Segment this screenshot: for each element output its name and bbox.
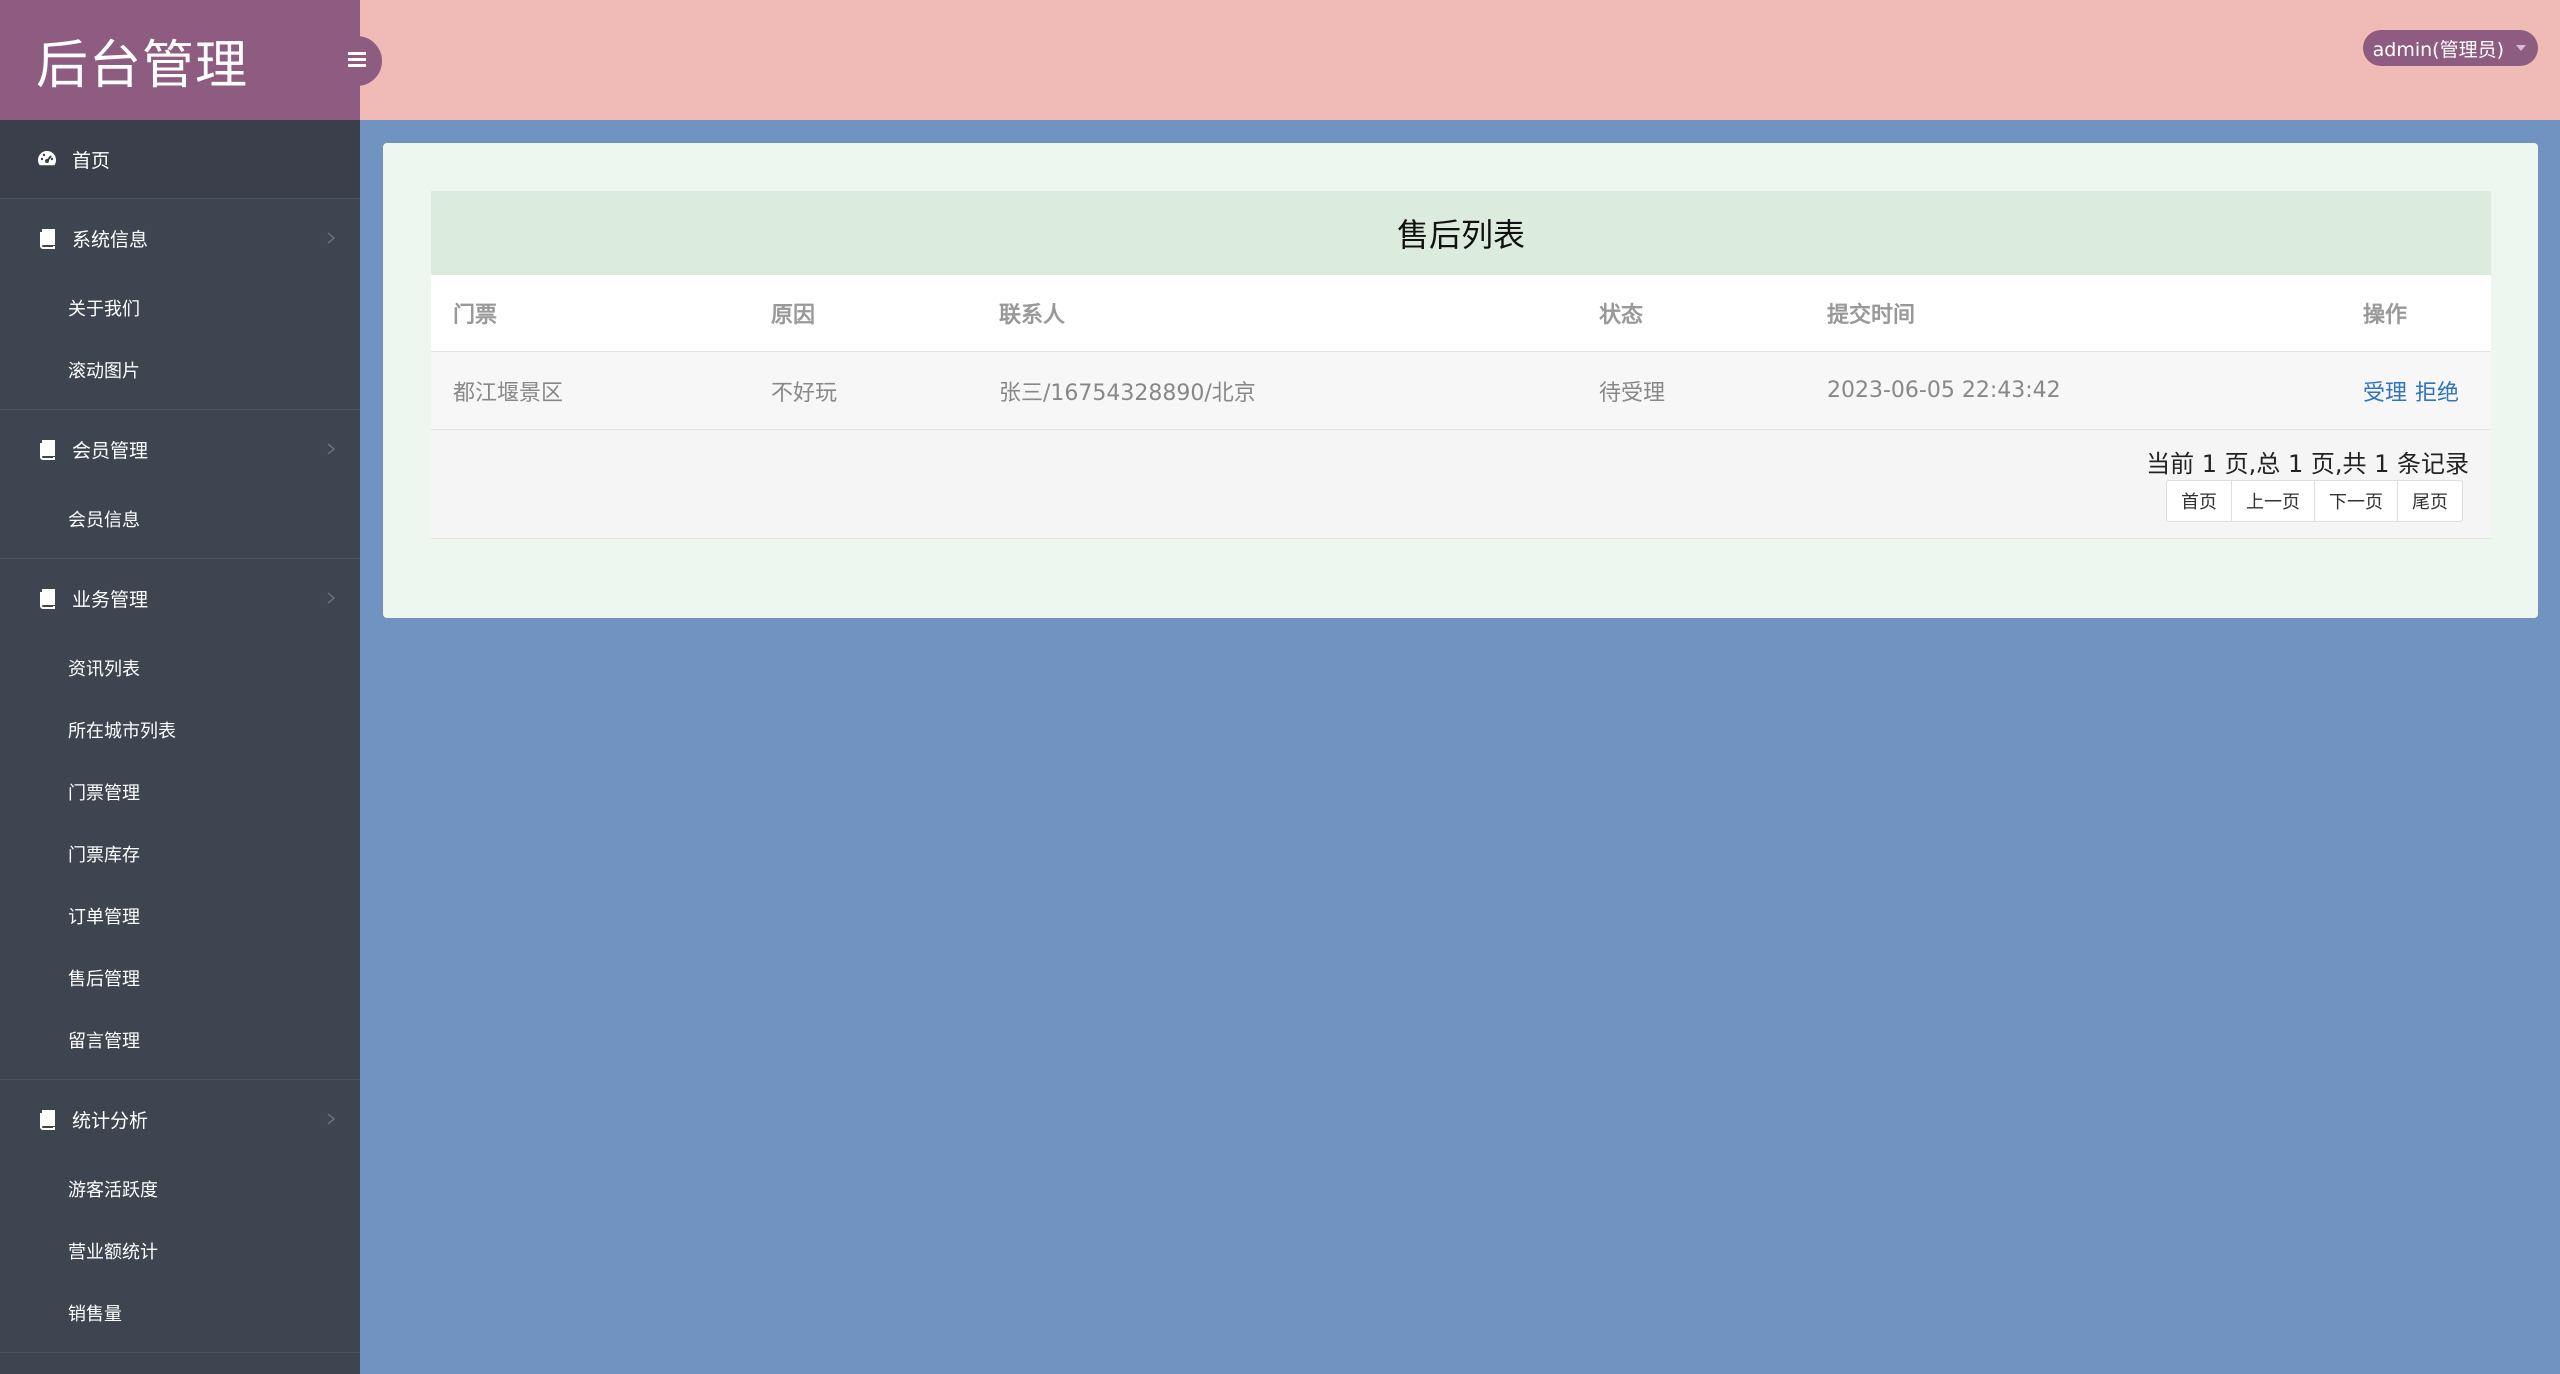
sidebar-group-header-business[interactable]: 业务管理 <box>0 559 360 637</box>
sidebar-group-statistics: 统计分析 游客活跃度 营业额统计 销售量 <box>0 1080 360 1353</box>
column-header-contact: 联系人 <box>999 303 1066 328</box>
sidebar-item-member-info[interactable]: 会员信息 <box>0 488 360 550</box>
sidebar-item-about-us[interactable]: 关于我们 <box>0 277 360 339</box>
column-header-actions: 操作 <box>2363 303 2408 328</box>
chevron-right-icon <box>327 592 336 604</box>
sidebar-item-after-sales[interactable]: 售后管理 <box>0 947 360 1009</box>
sidebar-group-label: 系统信息 <box>72 228 149 251</box>
sidebar-item-label: 关于我们 <box>68 299 140 320</box>
menu-icon <box>346 48 368 74</box>
chevron-right-icon <box>327 232 336 244</box>
sidebar-item-label: 门票管理 <box>68 783 140 804</box>
sidebar-item-carousel-images[interactable]: 滚动图片 <box>0 339 360 401</box>
sidebar-group-business: 业务管理 资讯列表 所在城市列表 门票管理 门票库存 订单管理 售后管理 留言管… <box>0 559 360 1080</box>
sidebar: 首页 系统信息 关于我们 滚动图片 会员管理 会员信息 业务管理 资讯列表 所在… <box>0 120 360 1374</box>
accept-link[interactable]: 受理 <box>2363 375 2407 407</box>
sidebar-toggle-button[interactable] <box>332 36 382 86</box>
sidebar-group-label: 会员管理 <box>72 439 149 462</box>
table-header-row: 门票 原因 联系人 状态 提交时间 操作 <box>431 275 2491 352</box>
user-menu-dropdown[interactable]: admin(管理员) <box>2362 30 2538 66</box>
sidebar-item-label: 首页 <box>72 149 111 172</box>
sidebar-item-label: 会员信息 <box>68 510 140 531</box>
reject-link[interactable]: 拒绝 <box>2415 375 2459 407</box>
caret-down-icon <box>2516 45 2526 51</box>
cell-contact: 张三/16754328890/北京 <box>999 380 1256 406</box>
brand-title: 后台管理 <box>36 35 249 96</box>
sidebar-item-label: 门票库存 <box>68 845 140 866</box>
chevron-right-icon <box>327 1113 336 1125</box>
sidebar-item-ticket-management[interactable]: 门票管理 <box>0 761 360 823</box>
sidebar-item-revenue-stats[interactable]: 营业额统计 <box>0 1220 360 1282</box>
sidebar-group-header-members[interactable]: 会员管理 <box>0 410 360 488</box>
last-page-button[interactable]: 尾页 <box>2397 480 2463 522</box>
sidebar-group-header-statistics[interactable]: 统计分析 <box>0 1080 360 1158</box>
sidebar-item-label: 资讯列表 <box>68 659 140 680</box>
sidebar-item-label: 留言管理 <box>68 1031 140 1052</box>
sidebar-group-system: 系统信息 关于我们 滚动图片 <box>0 199 360 410</box>
table-title: 售后列表 <box>431 191 2491 275</box>
sidebar-item-home[interactable]: 首页 <box>0 120 360 199</box>
next-page-button[interactable]: 下一页 <box>2314 480 2398 522</box>
brand-area: 后台管理 <box>0 0 360 120</box>
sidebar-item-label: 所在城市列表 <box>68 721 176 742</box>
sidebar-item-visitor-activity[interactable]: 游客活跃度 <box>0 1158 360 1220</box>
pagination-buttons: 首页 上一页 下一页 尾页 <box>2166 480 2463 522</box>
sidebar-group-members: 会员管理 会员信息 <box>0 410 360 559</box>
cell-status: 待受理 <box>1599 380 1666 406</box>
dashboard-icon <box>36 148 58 170</box>
pagination: 当前 1 页,总 1 页,共 1 条记录 首页 上一页 下一页 尾页 <box>431 430 2491 539</box>
sidebar-item-city-list[interactable]: 所在城市列表 <box>0 699 360 761</box>
table-row: 都江堰景区 不好玩 张三/16754328890/北京 待受理 2023-06-… <box>431 352 2491 430</box>
sidebar-item-label: 滚动图片 <box>68 361 140 382</box>
sidebar-item-sales-volume[interactable]: 销售量 <box>0 1282 360 1344</box>
prev-page-button[interactable]: 上一页 <box>2231 480 2315 522</box>
cell-reason: 不好玩 <box>771 380 838 406</box>
sidebar-item-label: 营业额统计 <box>68 1242 158 1263</box>
top-header: admin(管理员) <box>360 0 2560 120</box>
user-name: admin(管理员) <box>2372 38 2504 61</box>
sidebar-item-label: 游客活跃度 <box>68 1180 158 1201</box>
content-panel: 售后列表 门票 原因 联系人 状态 提交时间 操作 都江堰景区 不好玩 张三/1… <box>383 143 2538 618</box>
chevron-right-icon <box>327 443 336 455</box>
column-header-status: 状态 <box>1599 303 1644 328</box>
column-header-submit-time: 提交时间 <box>1827 303 1916 328</box>
sidebar-item-label: 销售量 <box>68 1304 122 1325</box>
column-header-ticket: 门票 <box>453 303 498 328</box>
sidebar-group-label: 业务管理 <box>72 588 149 611</box>
column-header-reason: 原因 <box>771 303 816 328</box>
after-sales-table: 售后列表 门票 原因 联系人 状态 提交时间 操作 都江堰景区 不好玩 张三/1… <box>431 191 2491 539</box>
sidebar-item-news-list[interactable]: 资讯列表 <box>0 637 360 699</box>
book-icon <box>36 587 58 609</box>
pagination-info: 当前 1 页,总 1 页,共 1 条记录 <box>2146 450 2469 478</box>
sidebar-group-header-system[interactable]: 系统信息 <box>0 199 360 277</box>
cell-actions: 受理 拒绝 <box>2363 352 2467 429</box>
sidebar-item-order-management[interactable]: 订单管理 <box>0 885 360 947</box>
book-icon <box>36 1108 58 1130</box>
cell-ticket: 都江堰景区 <box>453 380 564 406</box>
sidebar-item-label: 订单管理 <box>68 907 140 928</box>
book-icon <box>36 438 58 460</box>
cell-submit-time: 2023-06-05 22:43:42 <box>1827 378 2061 403</box>
sidebar-item-label: 售后管理 <box>68 969 140 990</box>
first-page-button[interactable]: 首页 <box>2166 480 2232 522</box>
sidebar-item-messages[interactable]: 留言管理 <box>0 1009 360 1071</box>
book-icon <box>36 227 58 249</box>
sidebar-item-ticket-inventory[interactable]: 门票库存 <box>0 823 360 885</box>
sidebar-group-label: 统计分析 <box>72 1109 149 1132</box>
